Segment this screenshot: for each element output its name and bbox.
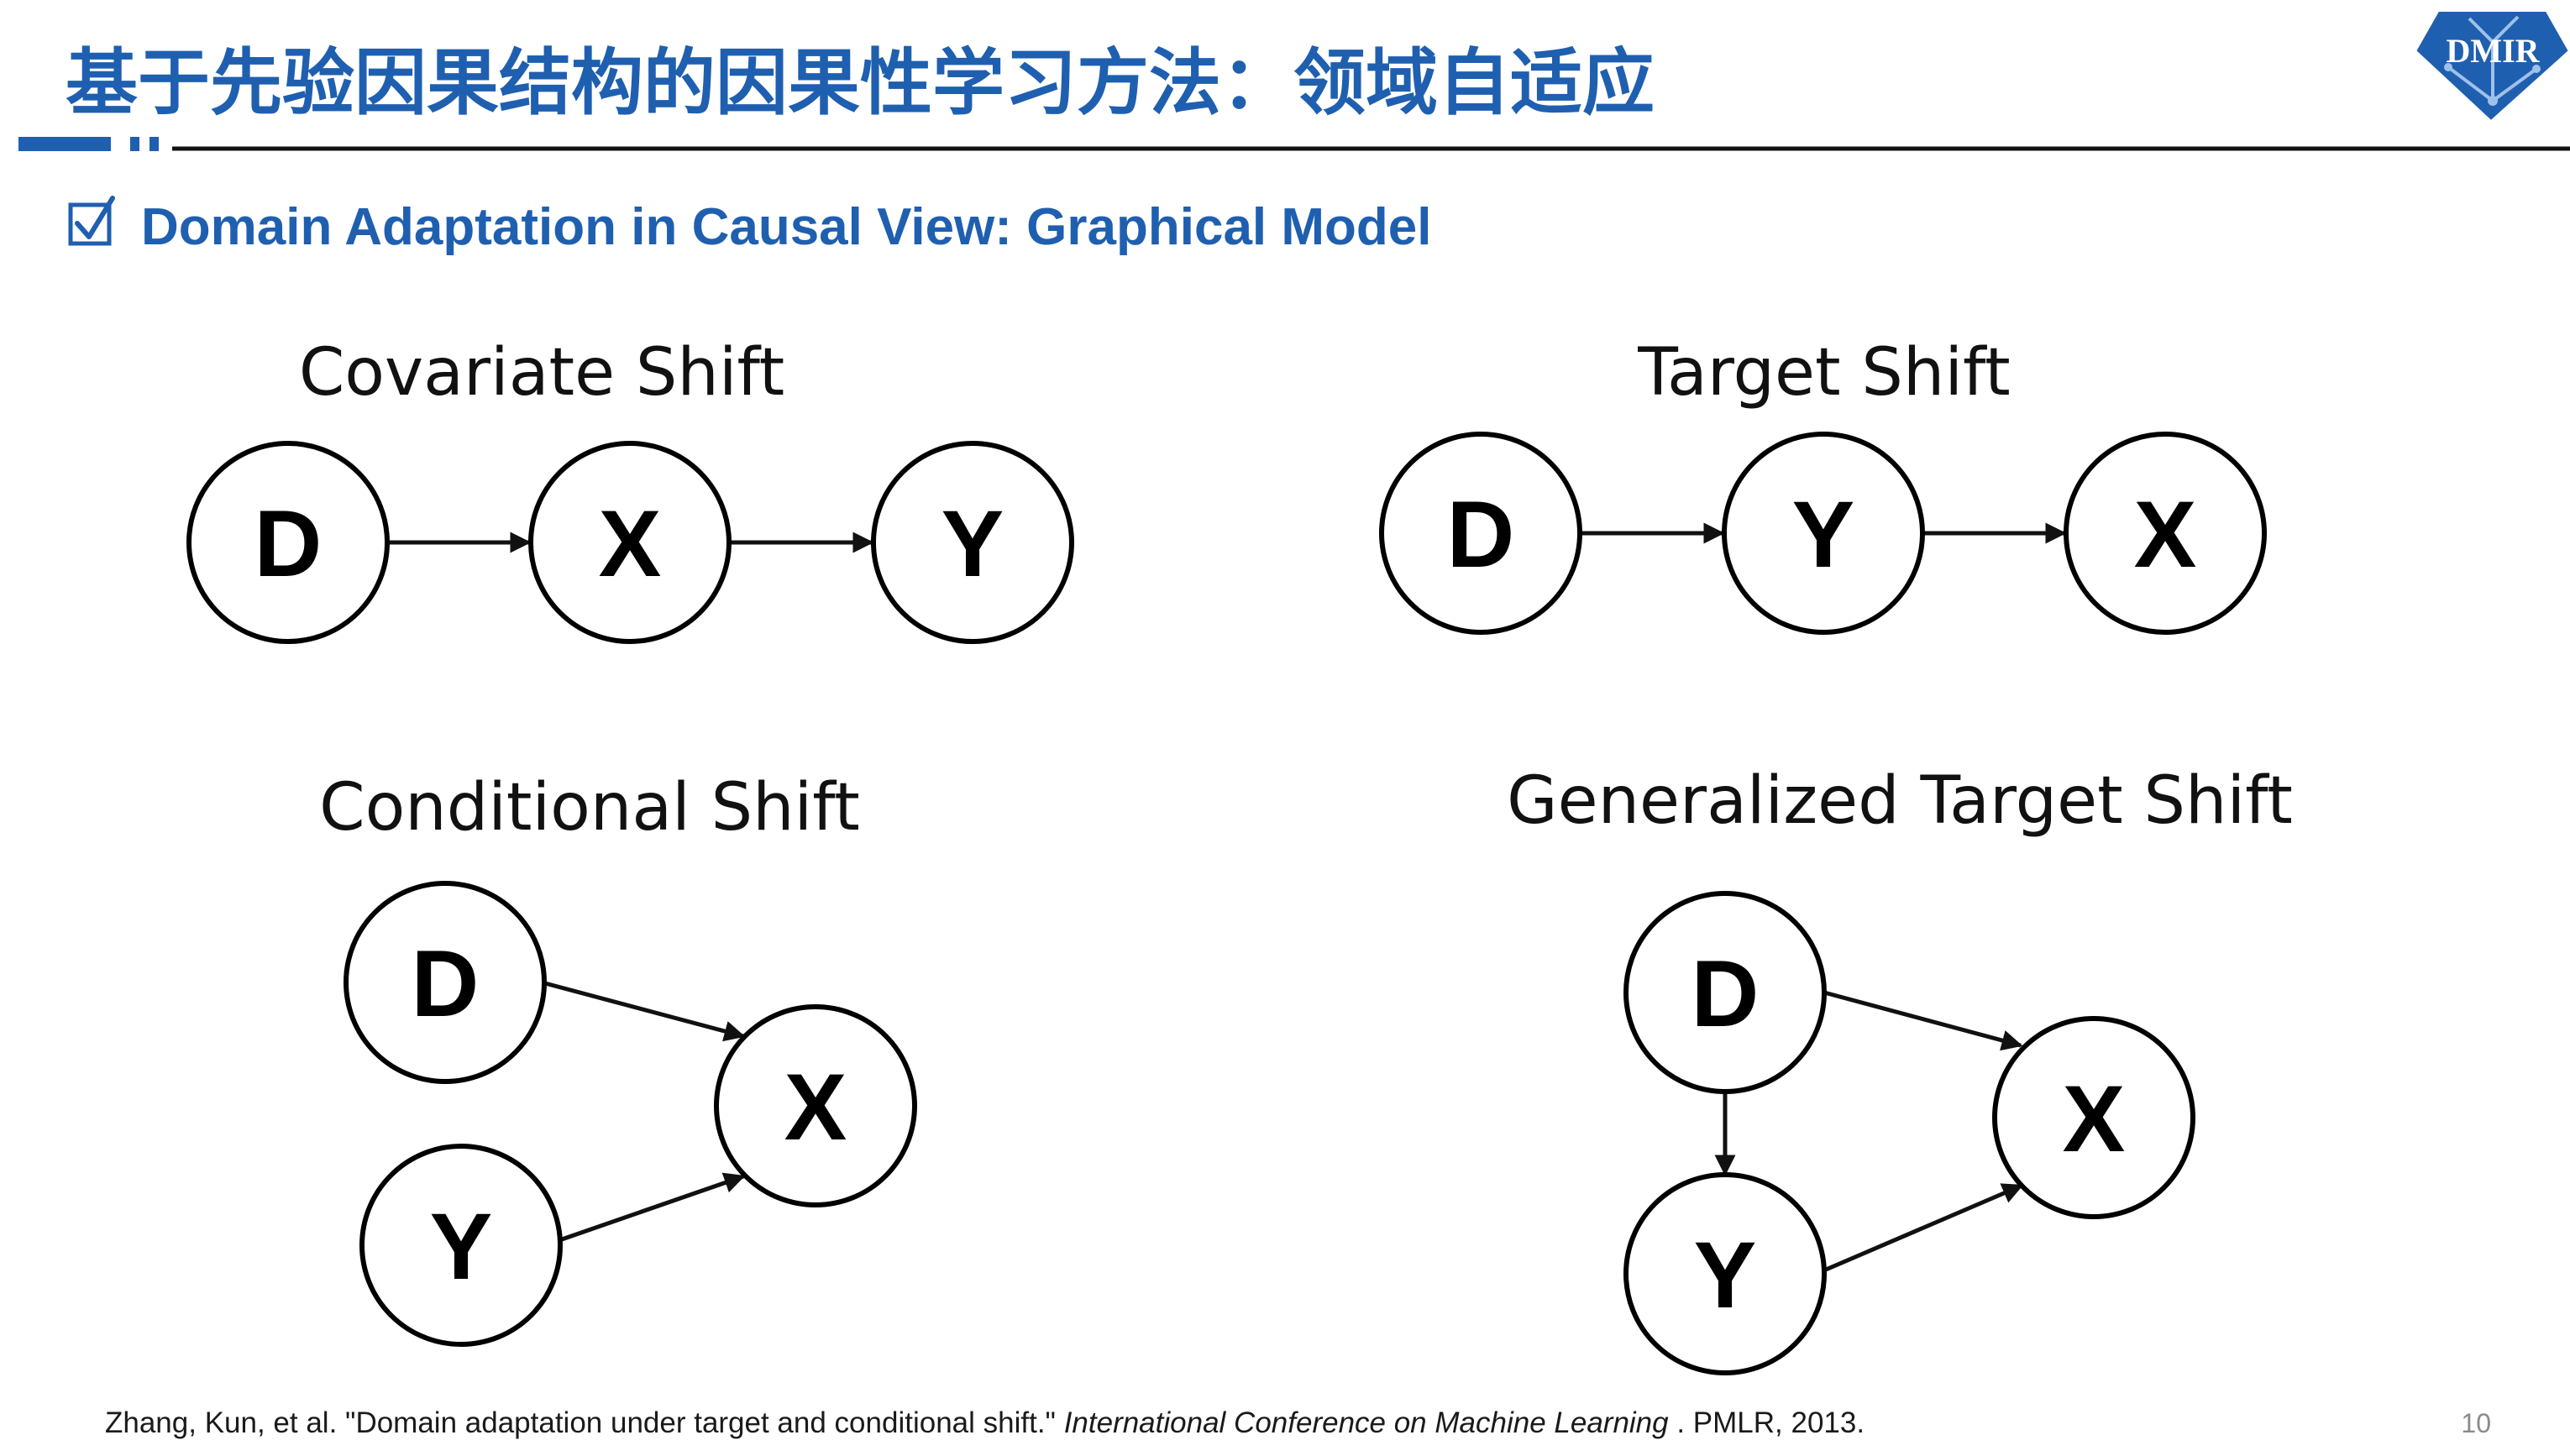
node-y: Y	[1623, 1172, 1827, 1375]
svg-text:X: X	[2063, 1066, 2126, 1171]
diagram-title: Conditional Shift	[319, 770, 860, 846]
node-d: D	[186, 441, 390, 644]
svg-text:Y: Y	[1694, 1223, 1757, 1328]
reference-publisher-year: . PMLR, 2013.	[1676, 1406, 1865, 1439]
title-accent-bar	[18, 137, 111, 151]
title-accent-dot-1	[130, 137, 139, 151]
title-accent-dot-2	[149, 137, 159, 151]
slide-subtitle: Domain Adaptation in Causal View: Graphi…	[141, 198, 1431, 256]
diagram-title: Covariate Shift	[299, 335, 784, 411]
diagram-generalized-target-shift: Generalized Target Shift D Y X	[1507, 763, 2293, 1375]
edge-y-to-x	[561, 1172, 746, 1242]
node-y: Y	[1722, 432, 1925, 635]
edge-d-to-x	[1823, 990, 2023, 1051]
subtitle-row: Domain Adaptation in Causal View: Graphi…	[68, 196, 1431, 256]
edge-d-to-x	[544, 981, 746, 1042]
reference-venue: International Conference on Machine Lear…	[1064, 1406, 1669, 1439]
node-d: D	[1379, 432, 1582, 635]
svg-text:D: D	[254, 491, 323, 596]
diagram-title: Generalized Target Shift	[1507, 763, 2293, 839]
edge-y-to-x	[1825, 1183, 2024, 1272]
slide-title: 基于先验因果结构的因果性学习方法：领域自适应	[66, 41, 1655, 125]
dmir-logo: DMIR	[2416, 12, 2568, 120]
logo-node-icon	[2488, 96, 2498, 106]
node-y: Y	[871, 441, 1074, 644]
diagram-covariate-shift: Covariate Shift D X Y	[186, 335, 1074, 644]
svg-text:X: X	[599, 491, 662, 596]
svg-text:D: D	[412, 931, 480, 1036]
svg-text:D: D	[1691, 941, 1760, 1046]
node-x: X	[714, 1004, 917, 1207]
svg-text:Y: Y	[941, 491, 1004, 596]
page-number: 10	[2461, 1408, 2491, 1438]
svg-text:X: X	[784, 1055, 847, 1160]
node-d: D	[344, 881, 547, 1084]
header: 基于先验因果结构的因果性学习方法：领域自适应	[18, 41, 2570, 151]
diagram-conditional-shift: Conditional Shift D Y X	[319, 770, 917, 1347]
diagram-target-shift: Target Shift D Y X	[1379, 335, 2267, 635]
node-d: D	[1623, 891, 1827, 1094]
reference-authors-title: Zhang, Kun, et al. "Domain adaptation un…	[105, 1406, 1064, 1439]
node-x: X	[528, 441, 732, 644]
reference-citation: Zhang, Kun, et al. "Domain adaptation un…	[105, 1406, 1865, 1439]
logo-text: DMIR	[2446, 32, 2540, 70]
svg-text:Y: Y	[430, 1194, 493, 1299]
svg-text:D: D	[1447, 482, 1515, 587]
footer: Zhang, Kun, et al. "Domain adaptation un…	[105, 1406, 2491, 1439]
svg-text:Y: Y	[1792, 482, 1855, 587]
node-x: X	[2064, 432, 2267, 635]
diagram-title: Target Shift	[1637, 335, 2010, 411]
node-x: X	[1992, 1016, 2195, 1219]
node-y: Y	[359, 1144, 563, 1347]
svg-text:X: X	[2134, 482, 2197, 587]
check-box-icon	[68, 196, 115, 246]
slide-canvas: 基于先验因果结构的因果性学习方法：领域自适应 DMIR Domain Adapt…	[18, 12, 2570, 1439]
